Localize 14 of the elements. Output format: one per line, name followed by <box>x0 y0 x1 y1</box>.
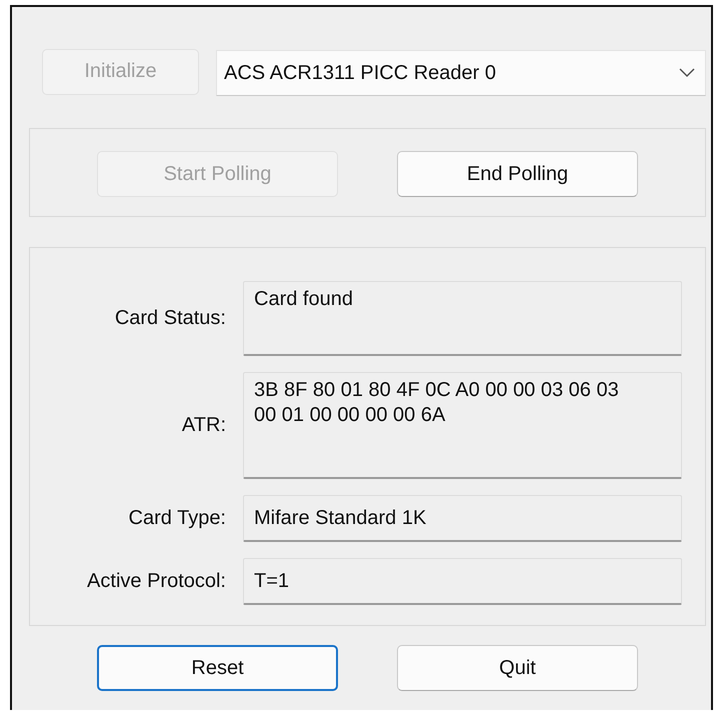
polling-button[interactable]: End Polling <box>397 151 638 197</box>
field-label: ATR: <box>180 414 226 437</box>
field-label: Active Protocol: <box>86 570 226 593</box>
dialog-button[interactable]: Reset <box>97 645 338 691</box>
field-label: Card Status: <box>114 307 226 330</box>
readonly-field: Card found <box>243 281 682 356</box>
readonly-field: 3B 8F 80 01 80 4F 0C A0 00 00 03 06 03 00 01 00 00 00 00 6A <box>243 372 682 479</box>
reader-dropdown[interactable]: ACS ACR1311 PICC Reader 0 <box>216 50 706 96</box>
readonly-field: T=1 <box>243 558 682 605</box>
readonly-field: Mifare Standard 1K <box>243 495 682 542</box>
chevron-down-icon <box>679 68 695 78</box>
reader-value: ACS ACR1311 PICC Reader 0 <box>224 62 496 84</box>
field-label: Card Type: <box>128 507 226 530</box>
dialog-button[interactable]: Quit <box>397 645 638 691</box>
